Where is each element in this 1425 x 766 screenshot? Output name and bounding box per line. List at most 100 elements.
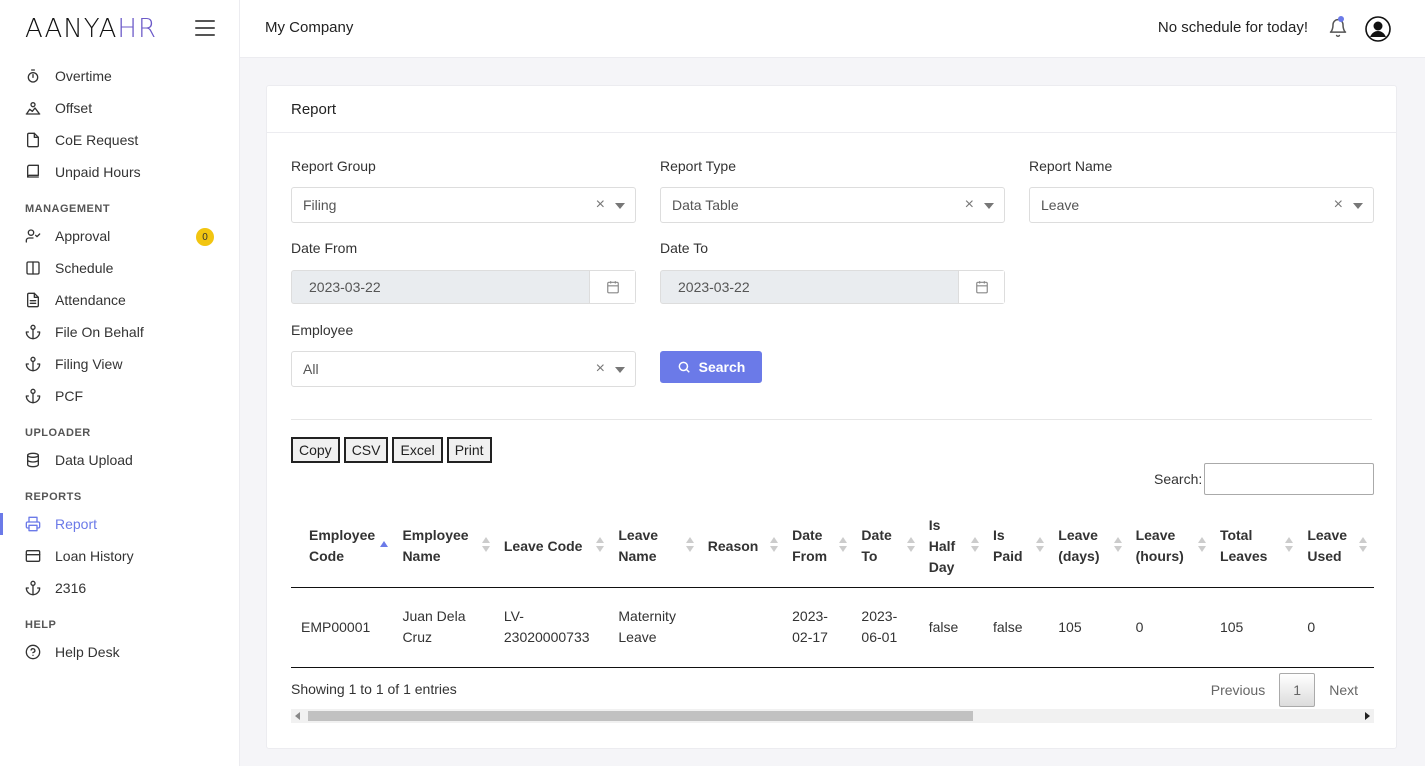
sort-icon[interactable] <box>970 537 979 555</box>
sort-icon[interactable] <box>380 537 389 555</box>
sidebar-item-help-desk[interactable]: Help Desk <box>0 636 239 668</box>
column-header-date-from[interactable]: Date From <box>782 506 852 588</box>
file-text-icon <box>25 292 41 308</box>
chevron-down-icon[interactable] <box>1353 203 1363 209</box>
next-page-button[interactable]: Next <box>1315 673 1372 707</box>
sort-icon[interactable] <box>1197 537 1206 555</box>
sidebar-item-loan-history[interactable]: Loan History <box>0 540 239 572</box>
table-cell: 0 <box>1297 587 1371 668</box>
column-header-more[interactable] <box>1370 506 1374 588</box>
report-name-select[interactable]: Leave × <box>1029 187 1374 223</box>
logo[interactable]: AANYAHR <box>25 14 157 44</box>
sidebar-item-label: Approval <box>55 228 111 244</box>
chevron-down-icon[interactable] <box>615 367 625 373</box>
column-header-leave-hours[interactable]: Leave (hours) <box>1125 506 1210 588</box>
chevron-down-icon[interactable] <box>615 203 625 209</box>
scrollbar-thumb[interactable] <box>308 711 973 721</box>
page-1-button[interactable]: 1 <box>1279 673 1316 707</box>
column-header-leave-code[interactable]: Leave Code <box>493 506 609 588</box>
report-group-select[interactable]: Filing × <box>291 187 636 223</box>
anchor-icon <box>25 580 41 596</box>
sort-icon[interactable] <box>1285 537 1294 555</box>
search-button[interactable]: Search <box>660 351 762 383</box>
column-header-employee-name[interactable]: Employee Name <box>392 506 494 588</box>
printer-icon <box>25 516 41 532</box>
sort-icon[interactable] <box>1036 537 1045 555</box>
company-name[interactable]: My Company <box>265 19 353 36</box>
scroll-left-icon[interactable] <box>295 712 300 720</box>
sidebar-item-data-upload[interactable]: Data Upload <box>0 444 239 476</box>
column-header-date-to[interactable]: Date To <box>851 506 919 588</box>
column-header-leave-name[interactable]: Leave Name <box>608 506 698 588</box>
sidebar-item-label: Help Desk <box>55 644 120 660</box>
sidebar-item-report[interactable]: Report <box>0 508 239 540</box>
sidebar-item-pcf[interactable]: PCF <box>0 380 239 412</box>
column-header-is-paid[interactable]: Is Paid <box>982 506 1049 588</box>
csv-button[interactable]: CSV <box>343 437 389 463</box>
excel-button[interactable]: Excel <box>392 437 443 463</box>
column-header-total-leaves[interactable]: Total Leaves <box>1209 506 1298 588</box>
book-icon <box>25 164 41 180</box>
clear-icon[interactable]: × <box>596 360 605 378</box>
sidebar-item-schedule[interactable]: Schedule <box>0 252 239 284</box>
previous-page-button[interactable]: Previous <box>1197 673 1279 707</box>
database-icon <box>25 452 41 468</box>
sidebar-item-approval[interactable]: Approval 0 <box>0 220 239 252</box>
table-cell: Maternity Leave <box>608 587 698 668</box>
clear-icon[interactable]: × <box>596 196 605 214</box>
employee-select[interactable]: All × <box>291 351 636 387</box>
calendar-icon[interactable] <box>589 271 635 303</box>
sort-icon[interactable] <box>906 537 915 555</box>
sidebar-item-2316[interactable]: 2316 <box>0 572 239 604</box>
column-header-is-half-day[interactable]: Is Half Day <box>918 506 983 588</box>
sidebar-item-offset[interactable]: Offset <box>0 92 239 124</box>
print-button[interactable]: Print <box>446 437 492 463</box>
user-avatar-icon[interactable] <box>1365 16 1391 42</box>
report-type-select[interactable]: Data Table × <box>660 187 1005 223</box>
cell-text: 0 <box>1307 618 1316 635</box>
table-row[interactable]: EMP00001 Juan Dela Cruz LV- 23020000733 Mater… <box>291 587 1374 668</box>
report-table: Employee Code Employee Name Leave Code Leave N… <box>291 506 1374 668</box>
sidebar-section-management: MANAGEMENT <box>25 203 111 215</box>
logo-row: AANYAHR <box>0 0 239 58</box>
clear-icon[interactable]: × <box>1334 196 1343 214</box>
file-icon <box>25 132 41 148</box>
sidebar-item-attendance[interactable]: Attendance <box>0 284 239 316</box>
sort-icon[interactable] <box>1358 537 1367 555</box>
sidebar-item-filing-view[interactable]: Filing View <box>0 348 239 380</box>
sidebar-item-unpaid-hours[interactable]: Unpaid Hours <box>0 156 239 188</box>
sidebar-item-overtime[interactable]: Overtime <box>0 60 239 92</box>
column-header-text: Leaves <box>1219 548 1268 565</box>
column-header-leave-used[interactable]: Leave Used <box>1297 506 1371 588</box>
horizontal-scrollbar[interactable] <box>291 709 1374 723</box>
sort-icon[interactable] <box>481 537 490 555</box>
column-header-text: Day <box>928 558 955 575</box>
column-header-employee-code[interactable]: Employee Code <box>291 506 393 588</box>
sort-icon[interactable] <box>1113 537 1122 555</box>
sort-icon[interactable] <box>596 537 605 555</box>
column-header-text: Leave <box>1058 527 1098 544</box>
column-header-text: Is <box>928 516 941 533</box>
sidebar-item-label: CoE Request <box>55 132 139 148</box>
sort-icon[interactable] <box>839 537 848 555</box>
scroll-right-icon[interactable] <box>1365 712 1370 720</box>
sort-icon[interactable] <box>685 537 694 555</box>
table-body: EMP00001 Juan Dela Cruz LV- 23020000733 Mater… <box>291 587 1374 668</box>
sort-icon[interactable] <box>770 537 779 555</box>
column-header-text: (hours) <box>1135 548 1184 565</box>
sidebar-item-coe-request[interactable]: CoE Request <box>0 124 239 156</box>
column-header-text: From <box>792 548 828 565</box>
clear-icon[interactable]: × <box>965 196 974 214</box>
chevron-down-icon[interactable] <box>984 203 994 209</box>
column-header-reason[interactable]: Reason <box>697 506 783 588</box>
sidebar-item-file-on-behalf[interactable]: File On Behalf <box>0 316 239 348</box>
table-cell: EMP00001 <box>291 587 393 668</box>
date-from-input[interactable]: 2023-03-22 <box>291 270 636 304</box>
date-to-input[interactable]: 2023-03-22 <box>660 270 1005 304</box>
calendar-icon[interactable] <box>958 271 1004 303</box>
table-search-input[interactable] <box>1204 463 1374 495</box>
copy-button[interactable]: Copy <box>291 437 340 463</box>
hamburger-menu-icon[interactable] <box>195 20 215 36</box>
column-header-leave-days[interactable]: Leave (days) <box>1048 506 1126 588</box>
column-header-text: Leave <box>618 527 659 544</box>
